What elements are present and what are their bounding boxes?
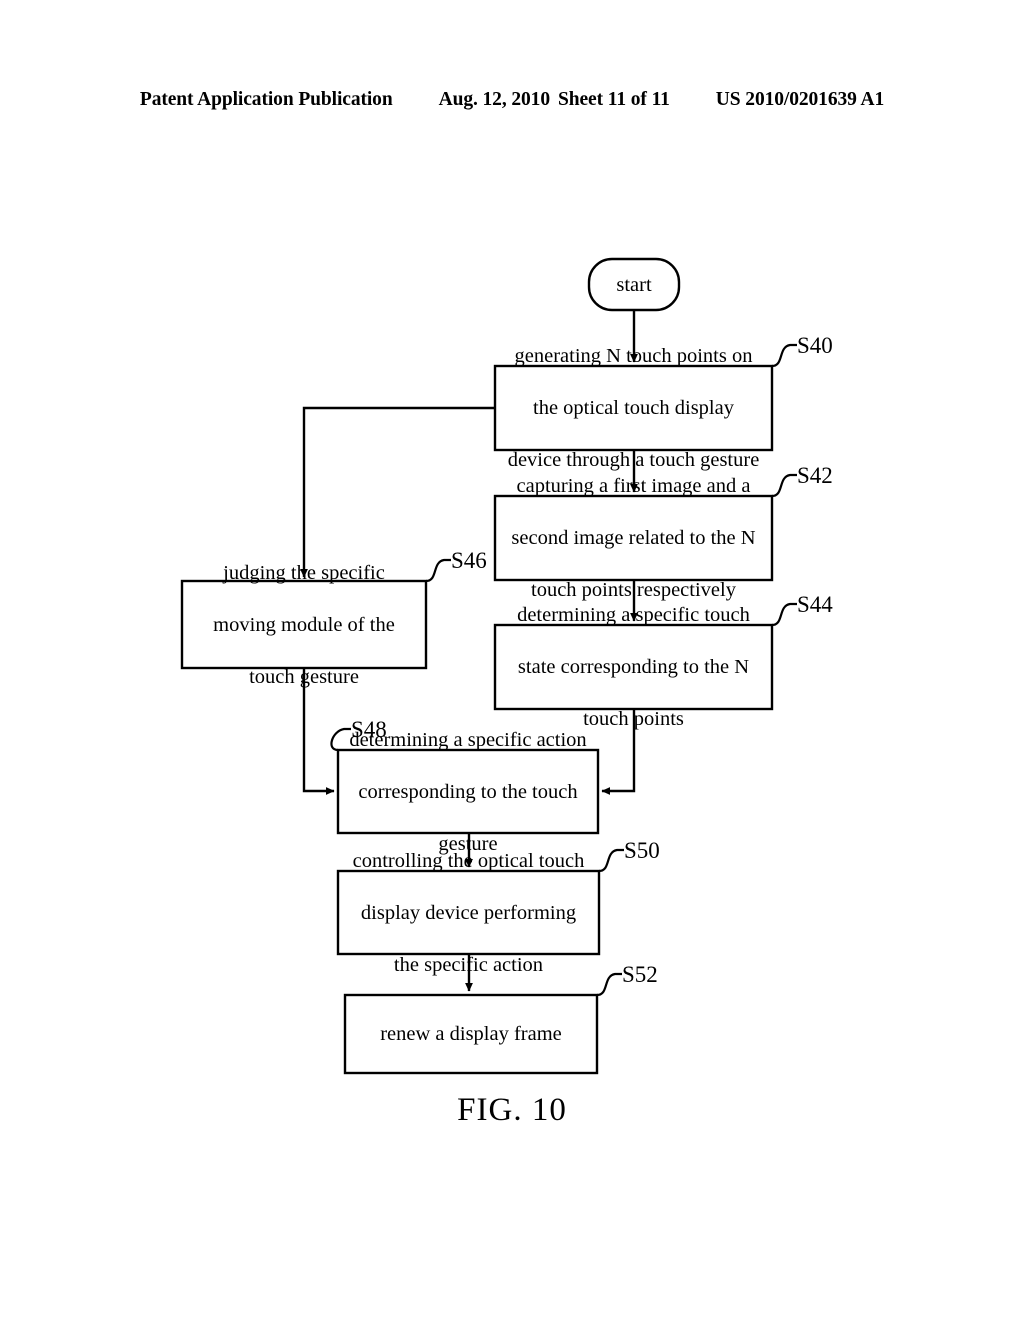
step-ref-s42: S42 — [797, 463, 833, 488]
node-box-s40 — [493, 364, 774, 452]
leader-line-s44 — [771, 602, 797, 627]
leader-line-s42 — [771, 473, 797, 498]
figure-caption: FIG. 10 — [457, 1092, 567, 1128]
step-ref-s40: S40 — [797, 333, 833, 358]
start-node-shape — [587, 257, 681, 312]
leader-line-s46 — [425, 558, 451, 583]
step-ref-s50: S50 — [624, 838, 660, 863]
leader-line-s40 — [771, 343, 797, 368]
leader-line-s48 — [330, 727, 351, 752]
step-ref-s52: S52 — [622, 962, 658, 987]
connector-s44-to-s48 — [601, 709, 636, 795]
step-ref-s44: S44 — [797, 592, 833, 617]
connector-s46-to-s48 — [302, 668, 335, 795]
node-box-s50 — [336, 869, 601, 956]
node-box-s42 — [493, 494, 774, 582]
node-box-s46 — [180, 579, 428, 670]
node-box-s48 — [336, 748, 600, 835]
node-box-s52 — [343, 993, 599, 1075]
leader-line-s50 — [598, 848, 624, 873]
step-ref-s46: S46 — [451, 548, 487, 573]
step-ref-s48: S48 — [351, 717, 387, 742]
node-box-s44 — [493, 623, 774, 711]
leader-line-s52 — [596, 972, 622, 997]
